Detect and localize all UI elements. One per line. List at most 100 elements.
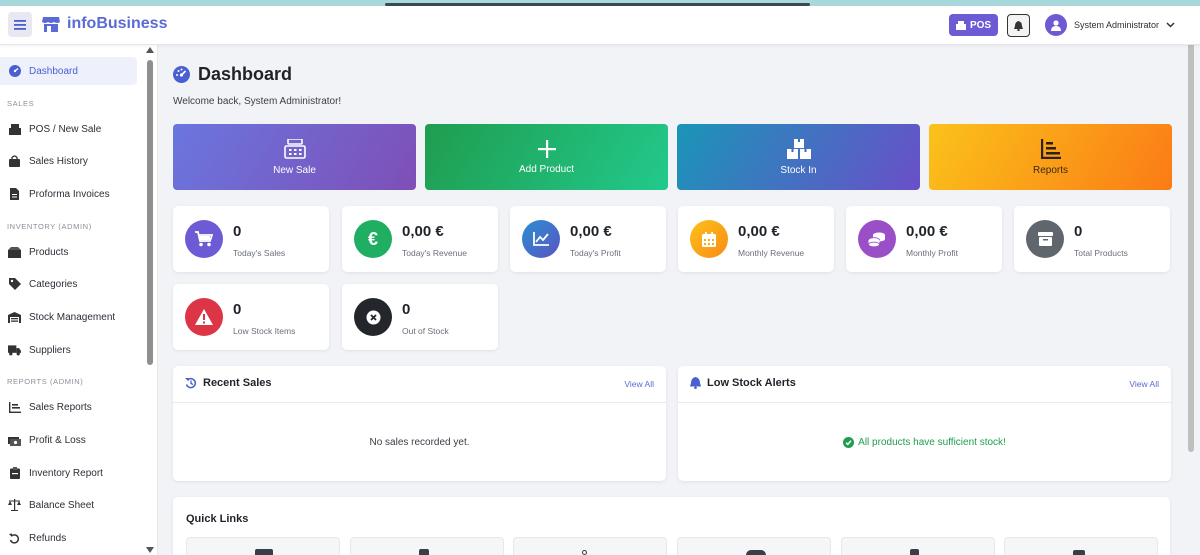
- sidebar-item-suppliers[interactable]: Suppliers: [8, 340, 71, 360]
- stock-in-button[interactable]: Stock In: [677, 124, 920, 190]
- stat-card-todays-profit: 0,00 € Today's Profit: [510, 206, 666, 272]
- gauge-icon: [173, 66, 190, 83]
- sidebar-item-dashboard[interactable]: Dashboard: [0, 57, 137, 85]
- panel-title: Low Stock Alerts: [690, 377, 796, 389]
- recent-sales-panel: Recent Sales View All No sales recorded …: [173, 366, 666, 481]
- cart-icon: [185, 220, 223, 258]
- sidebar-item-sales-reports[interactable]: Sales Reports: [8, 397, 92, 417]
- quick-links-title: Quick Links: [186, 513, 249, 525]
- sidebar-item-label: Sales History: [29, 155, 88, 167]
- sidebar-item-label: Categories: [29, 278, 78, 290]
- quick-link-4[interactable]: [677, 537, 831, 555]
- bell-icon: [690, 377, 701, 389]
- sidebar-item-products[interactable]: Products: [8, 242, 68, 262]
- scroll-down-arrow-icon[interactable]: [146, 547, 154, 553]
- money-bill-icon: [8, 434, 21, 447]
- stat-label: Out of Stock: [402, 326, 449, 336]
- quick-link-1[interactable]: [186, 537, 340, 555]
- sidebar-section-reports: REPORTS (ADMIN): [7, 377, 84, 386]
- warning-icon: [185, 298, 223, 336]
- undo-icon: [8, 532, 21, 545]
- sidebar-item-refunds[interactable]: Refunds: [8, 528, 66, 548]
- reports-label: Reports: [1032, 164, 1068, 176]
- sidebar-scrollbar[interactable]: [145, 45, 155, 555]
- panel-title-text: Low Stock Alerts: [707, 377, 796, 389]
- sidebar-item-label: Stock Management: [29, 311, 116, 323]
- box-icon: [1026, 220, 1064, 258]
- clipboard-icon: [8, 467, 21, 480]
- stat-value: 0,00 €: [570, 223, 612, 240]
- quick-link-3[interactable]: [513, 537, 667, 555]
- quick-links-panel: Quick Links: [173, 497, 1170, 555]
- stat-value: 0: [233, 301, 242, 318]
- stat-card-todays-sales: 0 Today's Sales: [173, 206, 329, 272]
- quick-link-2[interactable]: [350, 537, 504, 555]
- page-title-text: Dashboard: [198, 64, 293, 84]
- sidebar-item-label: Profit & Loss: [29, 434, 86, 446]
- welcome-message: Welcome back, System Administrator!: [173, 96, 342, 107]
- stat-label: Total Products: [1074, 248, 1128, 258]
- bell-icon: [1014, 20, 1023, 31]
- sidebar-item-profit-loss[interactable]: Profit & Loss: [8, 430, 86, 450]
- stat-label: Today's Sales: [233, 248, 286, 258]
- user-icon: [1051, 19, 1061, 31]
- sidebar-item-label: Suppliers: [29, 344, 71, 356]
- sidebar-item-label: Balance Sheet: [29, 499, 95, 511]
- stat-value: 0,00 €: [738, 223, 780, 240]
- quick-link-icon: [1073, 550, 1085, 555]
- stat-label: Today's Revenue: [402, 248, 467, 258]
- brand-name: infoBusiness: [67, 15, 168, 32]
- sidebar-section-inventory: INVENTORY (ADMIN): [7, 222, 92, 231]
- stat-label: Today's Profit: [570, 248, 621, 258]
- sidebar-item-categories[interactable]: Categories: [8, 274, 77, 294]
- stat-card-out-of-stock: 0 Out of Stock: [342, 284, 498, 350]
- sidebar-item-stock-management[interactable]: Stock Management: [8, 307, 115, 327]
- reports-button[interactable]: Reports: [929, 124, 1172, 190]
- sidebar-item-label: POS / New Sale: [29, 123, 102, 135]
- sidebar-item-balance-sheet[interactable]: Balance Sheet: [8, 495, 94, 515]
- sidebar-item-pos-new-sale[interactable]: POS / New Sale: [8, 119, 101, 139]
- top-navbar: infoBusiness POS System Administrator: [0, 6, 1200, 45]
- cash-register-icon: [955, 20, 966, 30]
- add-product-button[interactable]: Add Product: [425, 124, 668, 190]
- pos-button[interactable]: POS: [949, 14, 998, 36]
- sidebar-scroll-thumb[interactable]: [147, 60, 153, 365]
- sidebar-item-proforma-invoices[interactable]: Proforma Invoices: [8, 184, 110, 204]
- sidebar-item-sales-history[interactable]: Sales History: [8, 151, 88, 171]
- recent-sales-view-all-link[interactable]: View All: [624, 379, 654, 389]
- status-text: All products have sufficient stock!: [858, 436, 1006, 448]
- stat-card-todays-revenue: € 0,00 € Today's Revenue: [342, 206, 498, 272]
- notifications-button[interactable]: [1007, 14, 1030, 37]
- low-stock-view-all-link[interactable]: View All: [1129, 379, 1159, 389]
- stat-label: Monthly Revenue: [738, 248, 805, 258]
- sidebar-item-label: Refunds: [29, 532, 67, 544]
- new-sale-label: New Sale: [273, 164, 316, 176]
- user-menu[interactable]: System Administrator: [1045, 14, 1175, 36]
- quick-link-icon: [746, 550, 766, 555]
- boxes-icon: [8, 246, 21, 259]
- page-scroll-thumb[interactable]: [1188, 22, 1194, 452]
- scroll-up-arrow-icon[interactable]: [146, 47, 154, 53]
- sidebar: Dashboard SALES POS / New Sale Sales His…: [0, 45, 158, 555]
- panel-header: Recent Sales View All: [173, 366, 666, 403]
- calendar-icon: [690, 220, 728, 258]
- brand-logo[interactable]: infoBusiness: [42, 15, 167, 33]
- sidebar-toggle-button[interactable]: [8, 12, 32, 37]
- quick-link-6[interactable]: [1004, 537, 1158, 555]
- sidebar-item-inventory-report[interactable]: Inventory Report: [8, 463, 103, 483]
- new-sale-button[interactable]: New Sale: [173, 124, 416, 190]
- tags-icon: [8, 278, 21, 291]
- page-scrollbar[interactable]: [1186, 22, 1196, 555]
- cash-register-icon: [8, 123, 21, 136]
- shopping-bag-icon: [8, 155, 21, 168]
- cash-register-icon: [283, 138, 306, 159]
- euro-icon: €: [354, 220, 392, 258]
- page-title: Dashboard: [173, 64, 292, 85]
- history-icon: [185, 377, 196, 389]
- file-invoice-icon: [8, 188, 21, 201]
- stat-card-monthly-revenue: 0,00 € Monthly Revenue: [678, 206, 834, 272]
- add-product-label: Add Product: [518, 163, 575, 175]
- quick-link-5[interactable]: [841, 537, 995, 555]
- truck-icon: [8, 344, 21, 357]
- user-name: System Administrator: [1074, 20, 1160, 30]
